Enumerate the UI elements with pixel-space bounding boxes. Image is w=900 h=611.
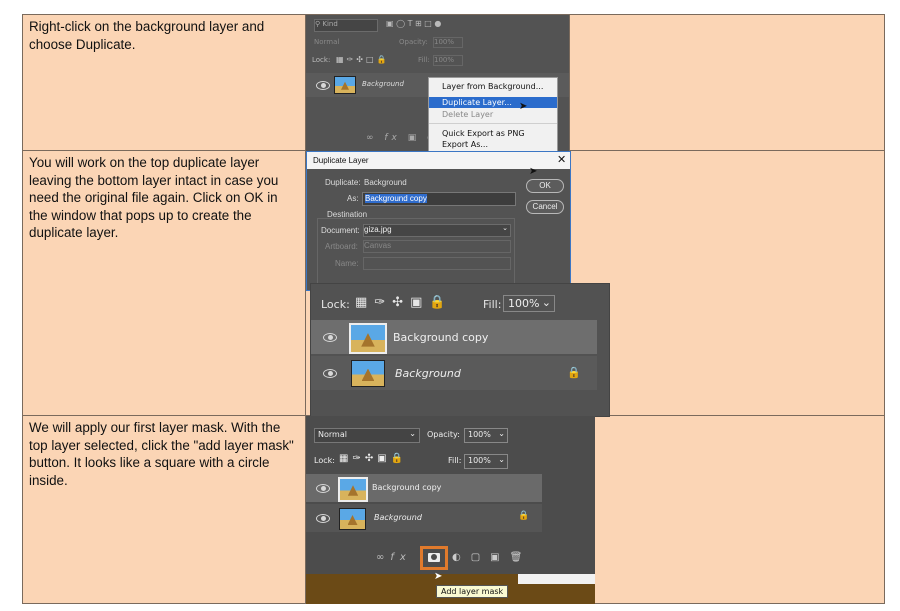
opacity-field[interactable]: 100% ⌄ — [464, 428, 508, 443]
background-layer-row[interactable]: Background 🔒 — [311, 356, 597, 390]
step-1-text: Right-click on the background layer and … — [29, 19, 265, 52]
step-3-empty-cell — [569, 415, 885, 604]
document-select[interactable]: giza.jpg ⌄ — [363, 224, 511, 237]
menu-item-layer-from-background[interactable]: Layer from Background... — [442, 82, 543, 91]
artboard-label: Artboard: — [325, 242, 358, 251]
background-copy-layer-row[interactable]: Background copy — [306, 474, 542, 502]
fill-field[interactable]: 100% ⌄ — [464, 454, 508, 469]
lock-icons[interactable]: ▦✑✣▣🔒 — [339, 453, 407, 464]
layer-thumbnail — [338, 477, 368, 502]
lock-icons[interactable]: ▦✑✣□🔒 — [336, 55, 389, 64]
layer-name-bottom: Background — [395, 367, 461, 380]
step-2-empty-cell — [569, 150, 885, 416]
opacity-label: Opacity: — [427, 430, 460, 439]
visibility-eye-icon[interactable] — [323, 333, 337, 342]
layer-thumbnail — [334, 76, 356, 94]
visibility-eye-icon[interactable] — [316, 514, 330, 523]
step-3-text-cell: We will apply our first layer mask. With… — [22, 415, 306, 604]
blend-mode-select[interactable]: Normal ⌄ — [314, 428, 420, 443]
fill-label: Fill: — [483, 298, 502, 311]
menu-item-export-as[interactable]: Export As... — [442, 140, 488, 149]
search-icon: ⚲ — [315, 20, 321, 28]
step-3-screenshot-cell: Normal ⌄ Opacity: 100% ⌄ Lock: ▦✑✣▣🔒 Fill:… — [305, 415, 595, 604]
step-1-text-cell: Right-click on the background layer and … — [22, 14, 306, 151]
mouse-cursor-icon: ➤ — [434, 571, 443, 582]
cancel-button[interactable]: Cancel — [526, 200, 564, 214]
layer-name-top: Background copy — [372, 483, 442, 492]
blend-mode-select[interactable]: Normal — [314, 38, 339, 46]
add-layer-mask-tooltip: Add layer mask — [436, 585, 509, 598]
layers-panel-screenshot-2: Lock: ▦✑✣▣🔒 Fill: 100% ⌄ Background copy … — [310, 283, 610, 417]
lock-label: Lock: — [312, 56, 331, 64]
step-1-screenshot-cell: ⚲ Kind ▣ ◯ T ⊞ □ ● Normal Opacity: 100% … — [305, 14, 570, 151]
background-copy-layer-row[interactable]: Background copy — [311, 320, 597, 354]
layer-name: Background — [362, 80, 404, 88]
as-input[interactable]: Background copy — [362, 192, 516, 206]
chevron-down-icon: ⌄ — [498, 429, 505, 438]
step-2-screenshot-cell: Duplicate Layer ✕ Duplicate: Background … — [305, 150, 610, 417]
lock-icon: 🔒 — [518, 511, 530, 521]
background-layer-row[interactable]: Background 🔒 — [306, 504, 542, 532]
duplicate-value: Background — [364, 178, 407, 187]
chevron-down-icon: ⌄ — [502, 225, 508, 232]
lock-label: Lock: — [321, 298, 350, 311]
canvas-strip-light — [518, 574, 595, 584]
step-3-text: We will apply our first layer mask. With… — [29, 420, 294, 488]
fill-label: Fill: — [418, 56, 430, 64]
close-icon[interactable]: ✕ — [557, 153, 566, 166]
lock-label: Lock: — [314, 456, 335, 465]
duplicate-label: Duplicate: — [325, 178, 361, 187]
lock-icons[interactable]: ▦✑✣▣🔒 — [355, 295, 453, 310]
opacity-field[interactable]: 100% — [433, 37, 463, 48]
ok-button[interactable]: OK — [526, 179, 564, 193]
visibility-eye-icon[interactable] — [316, 484, 330, 493]
dialog-title: Duplicate Layer — [313, 156, 369, 165]
opacity-label: Opacity: — [399, 38, 428, 46]
chevron-down-icon: ⌄ — [498, 455, 505, 464]
mouse-cursor-icon: ➤ — [519, 101, 528, 112]
name-label: Name: — [335, 259, 359, 268]
layers-panel-screenshot-3: Normal ⌄ Opacity: 100% ⌄ Lock: ▦✑✣▣🔒 Fill:… — [306, 416, 595, 604]
layer-thumbnail — [351, 360, 385, 387]
as-label: As: — [347, 194, 359, 203]
instruction-table: Right-click on the background layer and … — [22, 14, 885, 604]
layer-thumbnail — [349, 323, 387, 354]
lock-icon: 🔒 — [567, 366, 581, 379]
menu-divider — [429, 123, 557, 124]
as-input-selection: Background copy — [365, 194, 427, 203]
step-2-text: You will work on the top duplicate layer… — [29, 155, 279, 240]
fill-field[interactable]: 100% ⌄ — [503, 295, 555, 312]
chevron-down-icon: ⌄ — [409, 429, 416, 438]
filter-icons: ▣ ◯ T ⊞ □ ● — [386, 19, 442, 28]
fill-field[interactable]: 100% — [433, 55, 463, 66]
layer-thumbnail — [339, 508, 366, 530]
document-label: Document: — [321, 226, 360, 235]
chevron-down-icon: ⌄ — [541, 296, 551, 309]
duplicate-layer-dialog: Duplicate Layer ✕ Duplicate: Background … — [306, 151, 571, 291]
mouse-cursor-icon: ➤ — [529, 166, 538, 177]
kind-filter[interactable]: ⚲ Kind — [314, 19, 378, 32]
layer-name-top: Background copy — [393, 331, 489, 344]
layers-panel-screenshot-1: ⚲ Kind ▣ ◯ T ⊞ □ ● Normal Opacity: 100% … — [306, 15, 569, 151]
menu-item-delete-layer[interactable]: Delete Layer — [442, 110, 493, 119]
visibility-eye-icon[interactable] — [323, 369, 337, 378]
visibility-eye-icon[interactable] — [316, 81, 330, 90]
layer-name-bottom: Background — [374, 513, 422, 522]
step-2-text-cell: You will work on the top duplicate layer… — [22, 150, 306, 416]
menu-item-quick-export-png[interactable]: Quick Export as PNG — [442, 129, 525, 138]
step-1-empty-cell — [569, 14, 885, 151]
menu-item-duplicate-layer[interactable]: Duplicate Layer... — [442, 98, 512, 107]
name-input[interactable] — [363, 257, 511, 270]
artboard-select[interactable]: Canvas — [363, 240, 511, 253]
layer-context-menu: Layer from Background... Duplicate Layer… — [428, 77, 558, 151]
panel-footer-icons[interactable]: ∞fx — [376, 552, 412, 563]
fill-label: Fill: — [448, 456, 462, 465]
panel-footer-icons-right[interactable]: ◐▢▣🗑 — [452, 552, 532, 563]
add-layer-mask-button[interactable] — [420, 546, 448, 570]
